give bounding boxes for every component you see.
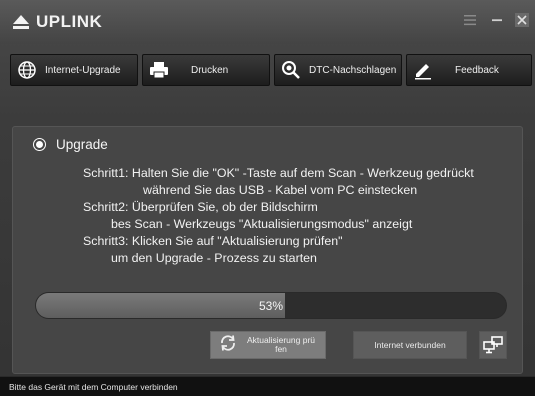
- refresh-icon: [219, 334, 241, 357]
- upload-arrow-icon: [13, 15, 29, 29]
- title-bar: UPLINK: [0, 0, 535, 44]
- printer-icon: [149, 60, 169, 80]
- feedback-button[interactable]: Feedback: [406, 54, 532, 86]
- app-name: UPLINK: [36, 12, 103, 31]
- status-bar: Bitte das Gerät mit dem Computer verbind…: [0, 376, 535, 396]
- check-update-button[interactable]: Aktualisierung prü fen: [210, 331, 326, 359]
- internet-status-button[interactable]: Internet verbunden: [353, 331, 467, 359]
- print-label: Drucken: [191, 64, 229, 76]
- toolbar: Internet-Upgrade Drucken DTC-Nachschlage…: [10, 54, 532, 86]
- close-icon[interactable]: [515, 13, 529, 27]
- dtc-lookup-label: DTC-Nachschlagen: [309, 64, 397, 76]
- step-1-prefix: Schritt1:: [83, 166, 129, 180]
- upgrade-panel: Upgrade Schritt1: Halten Sie die "OK" -T…: [12, 126, 523, 374]
- step-2-line1: Überprüfen Sie, ob der Bildschirm: [131, 200, 318, 214]
- step-2-prefix: Schritt2:: [83, 200, 129, 214]
- search-gear-icon: [281, 60, 301, 80]
- globe-icon: [17, 60, 37, 80]
- step-1: Schritt1: Halten Sie die "OK" -Taste auf…: [83, 165, 474, 182]
- step-1-cont: während Sie das USB - Kabel vom PC einst…: [143, 183, 418, 197]
- progress-percent: 53%: [258, 299, 284, 313]
- check-update-label-line2: fen: [275, 344, 287, 354]
- app-window: UPLINK Internet-Upgrade Drucken DTC-Nach…: [0, 0, 535, 396]
- upgrade-instructions: Schritt1: Halten Sie die "OK" -Taste auf…: [83, 165, 474, 267]
- dtc-lookup-button[interactable]: DTC-Nachschlagen: [274, 54, 402, 86]
- pencil-icon: [413, 60, 433, 80]
- step-2-cont: bes Scan - Werkzeugs "Aktualisierungsmod…: [111, 217, 413, 231]
- step-2: Schritt2: Überprüfen Sie, ob der Bildsch…: [83, 199, 474, 216]
- step-3: Schritt3: Klicken Sie auf "Aktualisierun…: [83, 233, 474, 250]
- hamburger-icon[interactable]: [463, 13, 477, 27]
- print-button[interactable]: Drucken: [142, 54, 270, 86]
- step-3-cont: um den Upgrade - Prozess zu starten: [111, 251, 317, 265]
- upgrade-option-label: Upgrade: [56, 137, 108, 152]
- app-logo: UPLINK: [12, 12, 102, 32]
- upgrade-progress-bar: 53%: [35, 292, 507, 319]
- check-update-label: Aktualisierung prü fen: [241, 336, 325, 354]
- feedback-label: Feedback: [455, 64, 499, 76]
- step-3-prefix: Schritt3:: [83, 234, 129, 248]
- internet-upgrade-button[interactable]: Internet-Upgrade: [10, 54, 138, 86]
- internet-upgrade-label: Internet-Upgrade: [45, 64, 121, 76]
- upgrade-option[interactable]: Upgrade: [33, 137, 108, 152]
- upgrade-radio[interactable]: [33, 138, 46, 151]
- minimize-icon[interactable]: [490, 13, 504, 27]
- step-3-line1: Klicken Sie auf "Aktualisierung prüfen": [131, 234, 343, 248]
- network-connected-icon[interactable]: [479, 331, 507, 359]
- step-1-line1: Halten Sie die "OK" -Taste auf dem Scan …: [131, 166, 474, 180]
